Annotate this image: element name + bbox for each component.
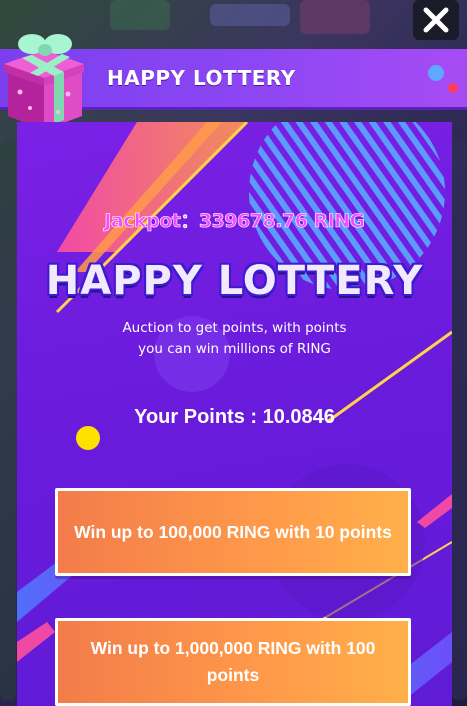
- offer-10-points-label: Win up to 100,000 RING with 10 points: [74, 521, 392, 542]
- lottery-panel: Jackpot：339678.76 RING HAPPY LOTTERY Auc…: [17, 122, 452, 706]
- lottery-title: HAPPY LOTTERY: [45, 258, 424, 304]
- close-x-icon: [423, 7, 449, 33]
- offer-100-points-button[interactable]: Win up to 1,000,000 RING with 100 points: [55, 618, 411, 706]
- close-button[interactable]: [413, 0, 459, 40]
- offer-100-points-label: Win up to 1,000,000 RING with 100 points: [90, 638, 376, 685]
- header-title: HAPPY LOTTERY: [107, 66, 296, 90]
- header-dot-red: [448, 83, 458, 93]
- description-line-1: Auction to get points, with points: [122, 320, 347, 336]
- your-points: Your Points : 10.0846: [134, 406, 335, 428]
- description-line-2: you can win millions of RING: [138, 341, 331, 357]
- offer-10-points-button[interactable]: Win up to 100,000 RING with 10 points: [55, 488, 411, 576]
- jackpot-amount: Jackpot：339678.76 RING: [104, 210, 365, 233]
- header-dot-blue: [428, 65, 444, 81]
- gift-box-icon: [4, 34, 84, 130]
- lottery-description: Auction to get points, with points you c…: [57, 318, 412, 360]
